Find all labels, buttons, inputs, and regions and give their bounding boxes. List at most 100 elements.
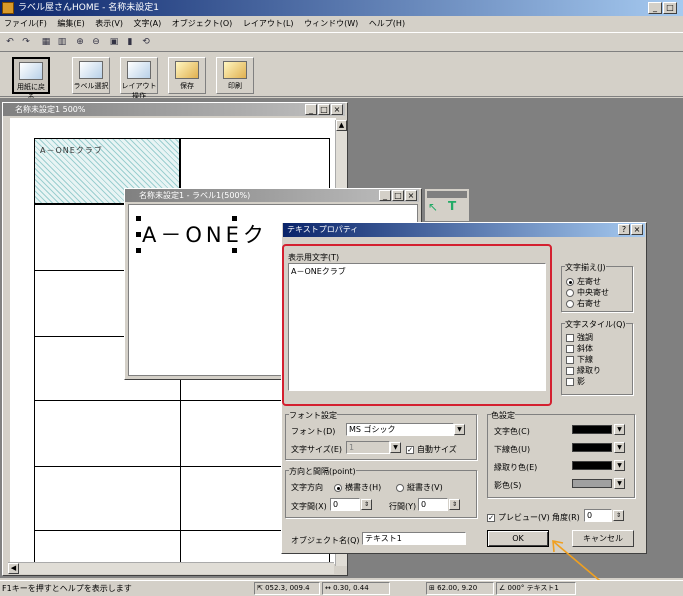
maximize-icon[interactable]: □ (663, 2, 677, 14)
doc-close-icon[interactable]: × (331, 104, 343, 115)
radio-icon (396, 483, 404, 492)
object-name-input[interactable]: テキスト1 (362, 532, 466, 545)
chevron-down-icon[interactable]: ▼ (614, 424, 625, 435)
label-close-icon[interactable]: × (405, 190, 417, 201)
columns-icon[interactable]: ▥ (54, 35, 70, 50)
scroll-up-icon[interactable]: ▲ (336, 120, 347, 131)
align-right-radio[interactable]: 右寄せ (566, 298, 601, 309)
chevron-down-icon[interactable]: ▼ (390, 442, 401, 453)
font-group-title: フォント設定 (289, 410, 337, 421)
spinner-icon[interactable]: ⇕ (613, 510, 624, 521)
selection-handle[interactable] (136, 216, 141, 221)
style-group-title: 文字スタイル(Q) (565, 319, 626, 330)
chevron-down-icon[interactable]: ▼ (454, 424, 465, 435)
char-spacing-label: 文字間(X) (291, 502, 327, 511)
menu-layout[interactable]: レイアウト(L) (243, 19, 294, 28)
size-select[interactable]: 1 (346, 441, 390, 454)
color-group-title: 色設定 (491, 410, 515, 421)
selection-handle[interactable] (136, 232, 141, 237)
menu-view[interactable]: 表示(V) (95, 19, 123, 28)
outline-checkbox[interactable]: 縁取り (566, 365, 601, 376)
align-center-radio[interactable]: 中央寄せ (566, 287, 609, 298)
menu-window[interactable]: ウィンドウ(W) (304, 19, 358, 28)
save-icon (175, 61, 199, 79)
font-select[interactable]: MS ゴシック (346, 423, 454, 436)
vertical-radio[interactable]: 縦書き(V) (396, 482, 443, 493)
align-left-radio[interactable]: 左寄せ (566, 276, 601, 287)
angle-label: 角度(R) (552, 513, 580, 522)
text-tool-icon[interactable]: T (448, 199, 456, 213)
object-name-label: オブジェクト名(Q) (291, 536, 360, 545)
save-button[interactable]: 保存 (168, 57, 206, 94)
angle-input[interactable]: 0 (584, 509, 612, 522)
label-maximize-icon[interactable]: □ (392, 190, 404, 201)
help-icon[interactable]: ? (618, 224, 630, 235)
menu-text[interactable]: 文字(A) (134, 19, 162, 28)
zoom-in-icon[interactable]: ⊕ (72, 35, 88, 50)
ok-button[interactable]: OK (487, 530, 549, 547)
select-arrow-icon[interactable]: ↖ (428, 200, 438, 214)
redo-icon[interactable]: ↷ (18, 35, 34, 50)
zoom-out-icon[interactable]: ⊖ (88, 35, 104, 50)
undo-icon[interactable]: ↶ (2, 35, 18, 50)
back-to-paper-button[interactable]: 用紙に戻る (12, 57, 50, 101)
dialog-title-bar: テキストプロパティ (283, 223, 645, 237)
spinner-icon[interactable]: ⇕ (361, 499, 372, 510)
layout-icon (127, 61, 151, 79)
label-text-object[interactable]: A－ONEク (142, 219, 268, 249)
doc-minimize-icon[interactable]: _ (305, 104, 317, 115)
italic-checkbox[interactable]: 斜体 (566, 343, 593, 354)
horizontal-radio[interactable]: 横書き(H) (334, 482, 381, 493)
bold-checkbox[interactable]: 強調 (566, 332, 593, 343)
menu-file[interactable]: ファイル(F) (4, 19, 47, 28)
line-spacing-label: 行間(Y) (389, 502, 417, 511)
selection-handle[interactable] (232, 248, 237, 253)
menu-edit[interactable]: 編集(E) (57, 19, 84, 28)
shadow-color-swatch[interactable] (572, 479, 612, 488)
status-position: ⇱ 052.3, 009.4 (254, 582, 320, 595)
chevron-down-icon[interactable]: ▼ (614, 442, 625, 453)
spinner-icon[interactable]: ⇕ (449, 499, 460, 510)
status-offset: ↔ 0.30, 0.44 (322, 582, 390, 595)
selection-handle[interactable] (136, 248, 141, 253)
shadow-color-label: 影色(S) (494, 481, 522, 490)
auto-size-checkbox[interactable]: ✓ 自動サイズ (406, 444, 457, 455)
chevron-down-icon[interactable]: ▼ (614, 460, 625, 471)
label-window-title-bar: 名称未設定1 - ラベル1(500%) (125, 189, 419, 202)
menu-help[interactable]: ヘルプ(H) (369, 19, 405, 28)
checkbox-icon (566, 377, 574, 386)
char-spacing-input[interactable]: 0 (330, 498, 360, 511)
preview-checkbox[interactable]: ✓ プレビュー(V) (487, 512, 550, 523)
status-dimension: ⊞ 62.00, 9.20 (426, 582, 494, 595)
label-select-button[interactable]: ラベル選択 (72, 57, 110, 94)
selection-handle[interactable] (232, 216, 237, 221)
dialog-close-icon[interactable]: × (631, 224, 643, 235)
checkbox-icon (566, 355, 574, 364)
text-color-swatch[interactable] (572, 425, 612, 434)
fit-page-icon[interactable]: ▣ (106, 35, 122, 50)
print-button[interactable]: 印刷 (216, 57, 254, 94)
chevron-down-icon[interactable]: ▼ (614, 478, 625, 489)
underline-color-swatch[interactable] (572, 443, 612, 452)
checkbox-icon (566, 366, 574, 375)
underline-checkbox[interactable]: 下線 (566, 354, 593, 365)
horizontal-scrollbar[interactable] (8, 562, 334, 574)
checkbox-icon (566, 344, 574, 353)
menu-object[interactable]: オブジェクト(O) (172, 19, 233, 28)
shadow-checkbox[interactable]: 影 (566, 376, 585, 387)
highlight-box (282, 244, 552, 406)
bar-icon[interactable]: ▮ (122, 35, 138, 50)
scroll-left-icon[interactable]: ◀ (8, 563, 19, 574)
angle-icon: ∠ (499, 584, 508, 592)
layout-button[interactable]: レイアウト操作 (120, 57, 158, 100)
doc-maximize-icon[interactable]: □ (318, 104, 330, 115)
underline-color-label: 下線色(U) (494, 445, 531, 454)
document-title-bar: 名称未設定1 500% (3, 103, 345, 116)
rotate-icon[interactable]: ⟲ (138, 35, 154, 50)
label-minimize-icon[interactable]: _ (379, 190, 391, 201)
line-spacing-input[interactable]: 0 (418, 498, 448, 511)
check-icon: ✓ (487, 513, 495, 522)
outline-color-swatch[interactable] (572, 461, 612, 470)
minimize-icon[interactable]: _ (648, 2, 662, 14)
grid-icon[interactable]: ▦ (38, 35, 54, 50)
